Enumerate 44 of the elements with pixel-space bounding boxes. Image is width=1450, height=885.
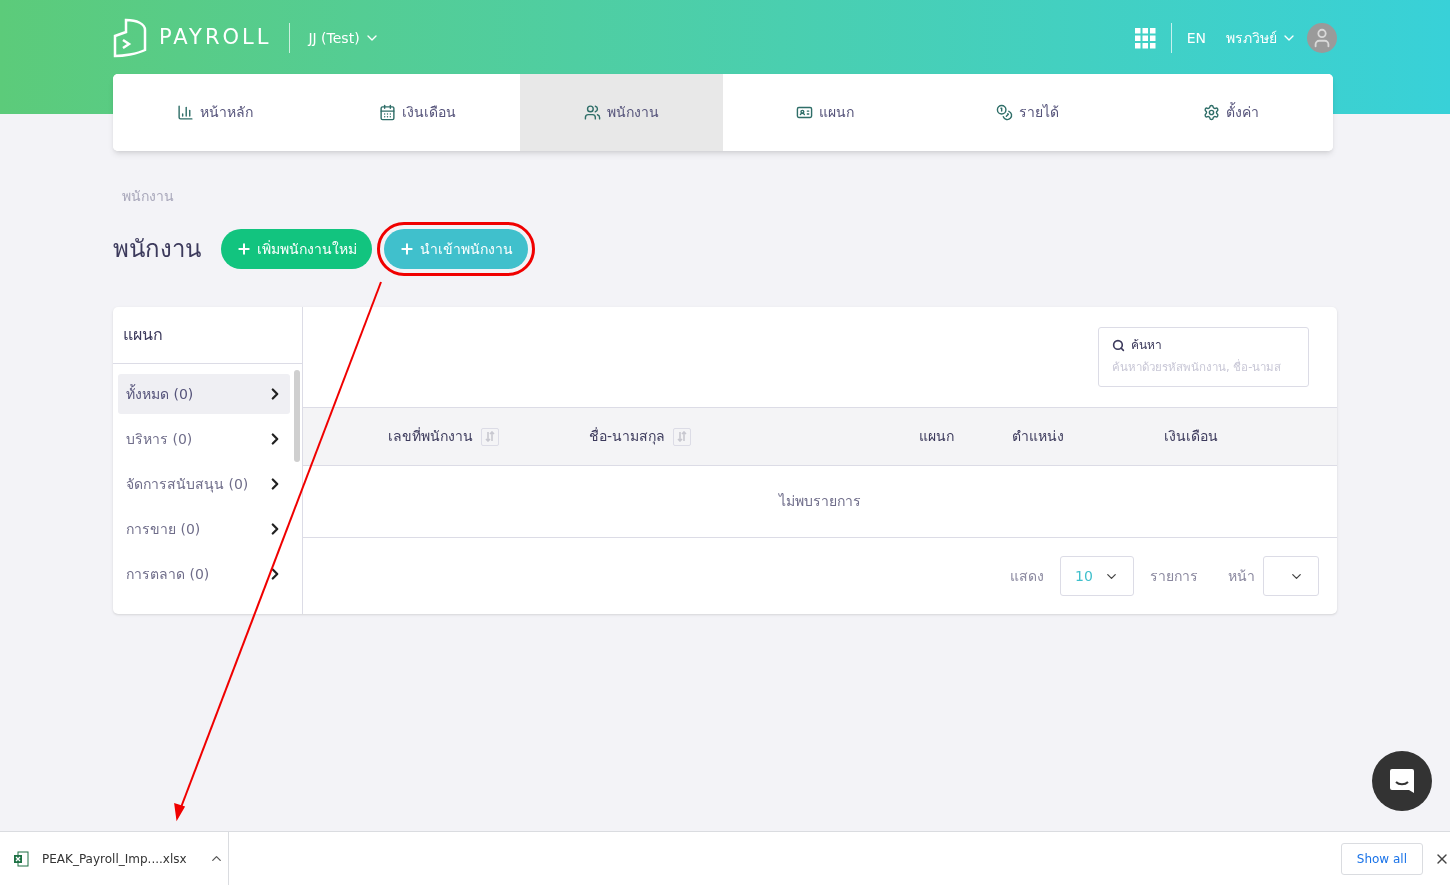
sort-icon[interactable] <box>673 427 692 446</box>
plus-icon <box>399 241 415 257</box>
scrollbar[interactable] <box>294 370 300 462</box>
nav-tab[interactable]: รายได้ <box>926 74 1130 151</box>
column-header: เงินเดือน <box>1164 427 1219 446</box>
chart-icon <box>176 104 194 121</box>
plus-icon <box>236 241 252 257</box>
nav-tab[interactable]: เงินเดือน <box>316 74 520 151</box>
nav-tab[interactable]: ตั้งค่า <box>1129 74 1333 151</box>
settings-icon <box>1203 104 1221 121</box>
empty-message: ไม่พบรายการ <box>303 466 1337 538</box>
search-field[interactable]: ค้นหา ค้นหาด้วยรหัสพนักงาน, ชื่อ-นามส <box>1098 327 1309 387</box>
department-title: แผนก <box>113 307 302 364</box>
column-header: ตำแหน่ง <box>1012 427 1065 446</box>
download-item[interactable]: PEAK_Payroll_Imp....xlsx <box>0 832 229 885</box>
column-header[interactable]: เลขที่พนักงาน <box>388 426 499 447</box>
nav-tab[interactable]: หน้าหลัก <box>113 74 317 151</box>
page-title: พนักงาน <box>113 234 201 265</box>
people-icon <box>583 104 601 121</box>
nav-tab[interactable]: แผนก <box>723 74 927 151</box>
search-icon <box>1112 338 1125 352</box>
department-item[interactable]: ทั้งหมด (0) <box>118 374 290 414</box>
search-label: ค้นหา <box>1131 337 1162 354</box>
spreadsheet-icon <box>13 850 29 867</box>
coins-icon <box>996 104 1014 121</box>
column-header[interactable]: ชื่อ-นามสกุล <box>589 426 692 447</box>
show-label: แสดง <box>1010 566 1044 586</box>
chat-icon <box>1388 767 1416 795</box>
apps-grid-icon[interactable] <box>1134 27 1156 49</box>
nav-tab[interactable]: พนักงาน <box>519 74 723 151</box>
show-all-button[interactable]: Show all <box>1340 842 1423 875</box>
id-card-icon <box>795 104 813 121</box>
column-header: แผนก <box>919 427 955 446</box>
chat-button[interactable] <box>1372 751 1432 811</box>
rows-label: รายการ <box>1150 566 1198 586</box>
logo-icon <box>113 18 147 58</box>
page-select[interactable] <box>1263 556 1319 596</box>
avatar-icon[interactable] <box>1307 23 1337 53</box>
breadcrumb: พนักงาน <box>121 187 175 206</box>
sort-icon[interactable] <box>481 427 499 446</box>
page-label: หน้า <box>1228 566 1255 586</box>
calendar-icon <box>379 104 397 121</box>
search-input[interactable]: ค้นหาด้วยรหัสพนักงาน, ชื่อ-นามส <box>1112 359 1295 377</box>
logo-text: PAYROLL <box>159 24 272 52</box>
